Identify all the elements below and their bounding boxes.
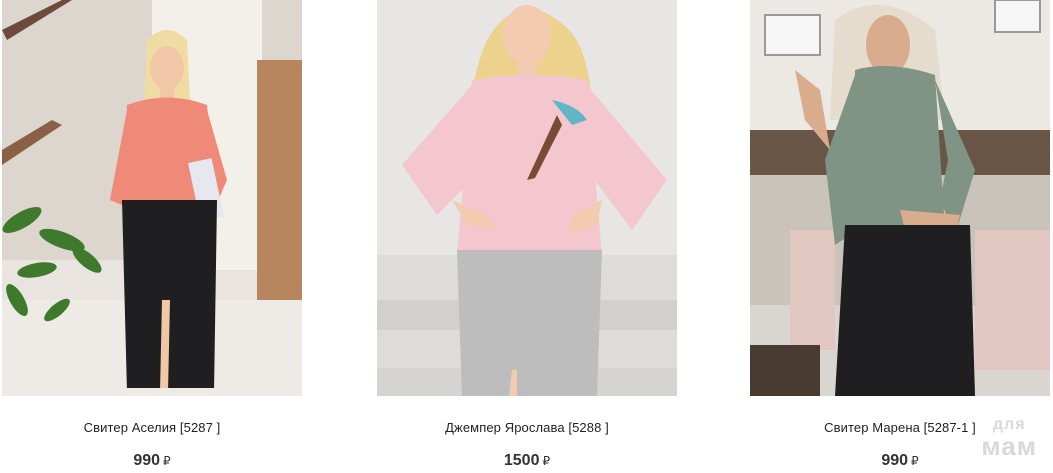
watermark-line2: мам <box>981 431 1037 461</box>
currency-symbol: ₽ <box>542 454 551 468</box>
product-photo-link[interactable] <box>750 0 1050 396</box>
product-card[interactable]: Джемпер Ярослава [5288 ] 1500 ₽ <box>377 0 677 469</box>
product-card[interactable]: Свитер Марена [5287-1 ] 990 ₽ <box>750 0 1050 469</box>
product-price: 990 ₽ <box>2 452 302 470</box>
site-watermark: для мам <box>981 417 1037 461</box>
product-photo <box>2 0 302 396</box>
product-price: 1500 ₽ <box>377 452 677 470</box>
product-name[interactable]: Свитер Аселия [5287 ] <box>2 420 302 435</box>
product-photo <box>377 0 677 396</box>
currency-symbol: ₽ <box>911 454 919 468</box>
price-value: 990 <box>133 452 161 469</box>
price-value: 1500 <box>503 452 540 469</box>
price-value: 990 <box>881 452 909 469</box>
product-card[interactable]: Свитер Аселия [5287 ] 990 ₽ <box>2 0 302 469</box>
product-photo-link[interactable] <box>377 0 677 396</box>
product-photo-link[interactable] <box>2 0 302 396</box>
currency-symbol: ₽ <box>163 454 171 468</box>
product-name[interactable]: Джемпер Ярослава [5288 ] <box>377 420 677 435</box>
product-photo <box>750 0 1050 396</box>
